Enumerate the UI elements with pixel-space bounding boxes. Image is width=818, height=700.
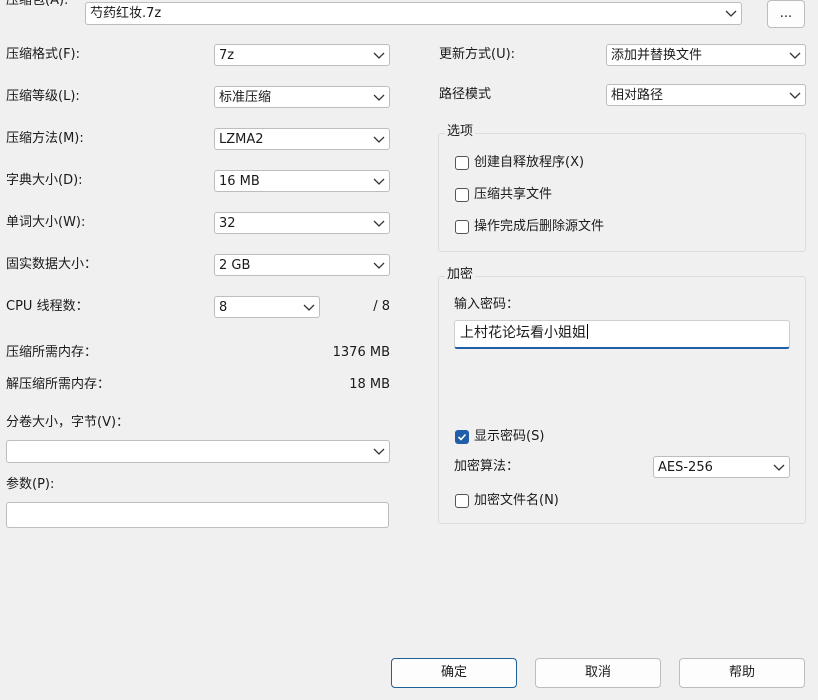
chevron-down-icon bbox=[373, 136, 385, 143]
check-icon bbox=[457, 433, 467, 441]
volume-combo[interactable] bbox=[6, 440, 390, 463]
shared-checkbox[interactable] bbox=[455, 188, 469, 202]
dict-label: 字典大小(D): bbox=[6, 173, 83, 188]
path-label: 路径模式 bbox=[439, 87, 492, 102]
method-combo[interactable]: LZMA2 bbox=[214, 128, 390, 150]
show-password-checkbox[interactable] bbox=[455, 430, 469, 444]
mem-decomp-label: 解压缩所需内存： bbox=[6, 377, 111, 392]
cancel-button[interactable]: 取消 bbox=[535, 658, 661, 688]
update-value: 添加并替换文件 bbox=[611, 48, 703, 63]
cpu-value: 8 bbox=[219, 300, 228, 315]
encrypt-names-checkbox[interactable] bbox=[455, 494, 469, 508]
password-label: 输入密码： bbox=[454, 297, 520, 312]
options-title: 选项 bbox=[445, 123, 476, 141]
method-label: 压缩方法(M): bbox=[6, 131, 84, 146]
encrypt-names-label[interactable]: 加密文件名(N) bbox=[474, 492, 559, 510]
word-value: 32 bbox=[219, 216, 236, 231]
cpu-label: CPU 线程数： bbox=[6, 299, 89, 314]
cpu-total: / 8 bbox=[373, 299, 390, 314]
chevron-down-icon bbox=[725, 10, 737, 17]
update-label: 更新方式(U): bbox=[439, 47, 516, 62]
solid-label: 固实数据大小： bbox=[6, 257, 98, 272]
archive-combo[interactable]: 芍药红妆.7z bbox=[85, 2, 742, 25]
level-value: 标准压缩 bbox=[219, 90, 272, 105]
format-value: 7z bbox=[219, 48, 235, 63]
solid-value: 2 GB bbox=[219, 258, 251, 273]
dict-value: 16 MB bbox=[219, 174, 260, 189]
chevron-down-icon bbox=[373, 262, 385, 269]
help-button[interactable]: 帮助 bbox=[679, 658, 805, 688]
volume-label: 分卷大小，字节(V)： bbox=[6, 415, 130, 430]
delete-checkbox[interactable] bbox=[455, 220, 469, 234]
password-value: 上村花论坛看小姐姐 bbox=[460, 325, 586, 341]
params-label: 参数(P): bbox=[6, 477, 55, 492]
show-password-label[interactable]: 显示密码(S) bbox=[474, 428, 544, 446]
chevron-down-icon bbox=[789, 52, 801, 59]
format-label: 压缩格式(F): bbox=[6, 47, 81, 62]
mem-comp-value: 1376 MB bbox=[332, 345, 390, 360]
format-combo[interactable]: 7z bbox=[214, 44, 390, 66]
encryption-method-value: AES-256 bbox=[658, 460, 713, 475]
level-label: 压缩等级(L): bbox=[6, 89, 80, 104]
chevron-down-icon bbox=[373, 52, 385, 59]
encryption-method-label: 加密算法： bbox=[454, 459, 520, 474]
word-combo[interactable]: 32 bbox=[214, 212, 390, 234]
encryption-title: 加密 bbox=[445, 266, 476, 284]
sfx-checkbox[interactable] bbox=[455, 156, 469, 170]
chevron-down-icon bbox=[373, 94, 385, 101]
password-input[interactable]: 上村花论坛看小姐姐 bbox=[454, 320, 790, 349]
params-input[interactable] bbox=[6, 502, 389, 528]
chevron-down-icon bbox=[373, 178, 385, 185]
path-value: 相对路径 bbox=[611, 88, 664, 103]
encryption-method-combo[interactable]: AES-256 bbox=[653, 456, 790, 478]
chevron-down-icon bbox=[303, 304, 315, 311]
chevron-down-icon bbox=[373, 220, 385, 227]
browse-button[interactable]: ... bbox=[767, 0, 805, 28]
chevron-down-icon bbox=[789, 92, 801, 99]
cpu-combo[interactable]: 8 bbox=[214, 296, 320, 318]
method-value: LZMA2 bbox=[219, 132, 264, 147]
solid-combo[interactable]: 2 GB bbox=[214, 254, 390, 276]
path-combo[interactable]: 相对路径 bbox=[606, 84, 806, 106]
ok-button[interactable]: 确定 bbox=[391, 658, 517, 688]
chevron-down-icon bbox=[373, 448, 385, 455]
text-caret bbox=[587, 324, 588, 339]
mem-decomp-value: 18 MB bbox=[349, 377, 390, 392]
word-label: 单词大小(W): bbox=[6, 215, 86, 230]
chevron-down-icon bbox=[773, 464, 785, 471]
shared-label[interactable]: 压缩共享文件 bbox=[474, 186, 552, 204]
archive-label: 压缩包(A): bbox=[6, 0, 69, 8]
delete-label[interactable]: 操作完成后删除源文件 bbox=[474, 218, 604, 236]
level-combo[interactable]: 标准压缩 bbox=[214, 86, 390, 108]
sfx-label[interactable]: 创建自释放程序(X) bbox=[474, 154, 584, 172]
archive-value: 芍药红妆.7z bbox=[90, 6, 162, 21]
mem-comp-label: 压缩所需内存： bbox=[6, 345, 98, 360]
dict-combo[interactable]: 16 MB bbox=[214, 170, 390, 192]
update-combo[interactable]: 添加并替换文件 bbox=[606, 44, 806, 66]
